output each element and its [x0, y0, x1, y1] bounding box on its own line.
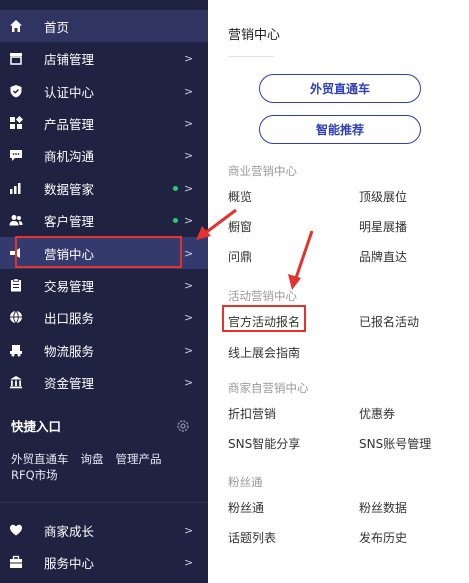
home-icon [9, 19, 23, 33]
clipboard-icon [9, 278, 23, 292]
sidebar-item-label: 数据管家 [44, 181, 95, 197]
sidebar-item-funds[interactable]: 资金管理 > [0, 366, 208, 398]
store-icon [9, 51, 23, 65]
grid-icon [9, 116, 23, 130]
link-star-showcase[interactable]: 明星展播 [359, 218, 407, 235]
sidebar-item-business-chat[interactable]: 商机沟通 > [0, 139, 208, 171]
section-title-self-marketing: 商家自营销中心 [228, 381, 309, 395]
sidebar-item-certification[interactable]: 认证中心 > [0, 75, 208, 107]
link-online-expo-guide[interactable]: 线上展会指南 [228, 344, 300, 361]
briefcase-icon [9, 555, 23, 569]
quick-entry-title: 快捷入口 [11, 419, 62, 434]
sidebar-item-label: 客户管理 [44, 213, 95, 229]
sidebar-item-customers[interactable]: 客户管理 > [0, 204, 208, 236]
status-dot [173, 185, 178, 191]
sidebar-item-logistics[interactable]: 物流服务 > [0, 334, 208, 366]
title-underline [228, 56, 274, 57]
chevron-right-icon: > [184, 375, 194, 389]
link-wending[interactable]: 问鼎 [228, 248, 252, 265]
link-sns-account-manage[interactable]: SNS账号管理 [359, 435, 431, 452]
link-topic-list[interactable]: 话题列表 [228, 529, 276, 546]
chevron-right-icon: > [184, 116, 194, 130]
sidebar-item-label: 商家成长 [44, 523, 95, 539]
bank-icon [9, 375, 23, 389]
status-dot [173, 217, 178, 223]
chevron-right-icon: > [184, 523, 194, 537]
link-discount-marketing[interactable]: 折扣营销 [228, 405, 276, 422]
chevron-right-icon: > [184, 213, 194, 227]
highlight-box-official-activity [222, 305, 306, 332]
sidebar-item-label: 服务中心 [44, 555, 95, 571]
quick-entry-links: 外贸直通车 询盘 管理产品 RFQ市场 [11, 451, 201, 483]
highlight-box-marketing [15, 236, 182, 268]
sidebar-item-store[interactable]: 店铺管理 > [0, 42, 208, 74]
chevron-right-icon: > [184, 148, 194, 162]
truck-icon [9, 343, 23, 357]
chevron-right-icon: > [184, 181, 194, 195]
sidebar: 首页 店铺管理 > 认证中心 > 产品管理 > 商机沟通 > 数据管家 > 客户… [0, 0, 208, 583]
sidebar-divider [0, 502, 208, 503]
heart-icon [9, 523, 23, 537]
link-fans-tong[interactable]: 粉丝通 [228, 499, 264, 516]
sidebar-item-service-center[interactable]: 服务中心 > [0, 546, 208, 578]
globe-icon [9, 310, 23, 324]
chevron-right-icon: > [184, 343, 194, 357]
link-registered-activities[interactable]: 已报名活动 [359, 313, 419, 330]
panel-title: 营销中心 [228, 28, 281, 43]
sidebar-item-label: 交易管理 [44, 278, 95, 294]
link-brand-direct[interactable]: 品牌直达 [359, 248, 407, 265]
chevron-right-icon: > [184, 246, 194, 260]
quick-link-rfq-market[interactable]: RFQ市场 [11, 467, 58, 483]
link-showcase[interactable]: 橱窗 [228, 218, 252, 235]
link-fans-data[interactable]: 粉丝数据 [359, 499, 407, 516]
sidebar-item-transactions[interactable]: 交易管理 > [0, 269, 208, 301]
trade-express-button[interactable]: 外贸直通车 [259, 74, 421, 103]
link-coupons[interactable]: 优惠券 [359, 405, 395, 422]
quick-link-manage-products[interactable]: 管理产品 [116, 451, 162, 467]
chevron-right-icon: > [184, 84, 194, 98]
marketing-flyout-panel: 营销中心 外贸直通车 智能推荐 商业营销中心 概览 顶级展位 橱窗 明星展播 问… [208, 0, 469, 583]
section-title-commercial: 商业营销中心 [228, 164, 297, 178]
sidebar-item-label: 首页 [44, 19, 70, 35]
bar-chart-icon [9, 181, 23, 195]
chevron-right-icon: > [184, 310, 194, 324]
link-top-booth[interactable]: 顶级展位 [359, 188, 407, 205]
sidebar-item-data-manager[interactable]: 数据管家 > [0, 172, 208, 204]
sidebar-item-products[interactable]: 产品管理 > [0, 107, 208, 139]
sidebar-item-label: 店铺管理 [44, 51, 95, 67]
sidebar-item-label: 认证中心 [44, 84, 95, 100]
section-title-fans: 粉丝通 [228, 475, 263, 489]
quick-link-inquiry[interactable]: 询盘 [81, 451, 104, 467]
section-title-activity: 活动营销中心 [228, 289, 297, 303]
sidebar-item-label: 资金管理 [44, 375, 95, 391]
sidebar-item-label: 产品管理 [44, 116, 95, 132]
sidebar-item-home[interactable]: 首页 [0, 10, 208, 42]
link-sns-smart-share[interactable]: SNS智能分享 [228, 435, 300, 452]
sidebar-item-merchant-growth[interactable]: 商家成长 > [0, 514, 208, 546]
chat-icon [9, 148, 23, 162]
chevron-right-icon: > [184, 555, 194, 569]
gear-icon[interactable] [176, 418, 190, 432]
chevron-right-icon: > [184, 278, 194, 292]
link-overview[interactable]: 概览 [228, 188, 252, 205]
quick-link-trade-express[interactable]: 外贸直通车 [11, 451, 69, 467]
users-icon [9, 213, 23, 227]
sidebar-item-export-services[interactable]: 出口服务 > [0, 301, 208, 333]
chevron-right-icon: > [184, 51, 194, 65]
smart-recommend-button[interactable]: 智能推荐 [259, 115, 421, 144]
shield-icon [9, 84, 23, 98]
sidebar-item-label: 物流服务 [44, 343, 95, 359]
link-publish-history[interactable]: 发布历史 [359, 529, 407, 546]
sidebar-item-label: 商机沟通 [44, 148, 95, 164]
sidebar-item-label: 出口服务 [44, 310, 95, 326]
